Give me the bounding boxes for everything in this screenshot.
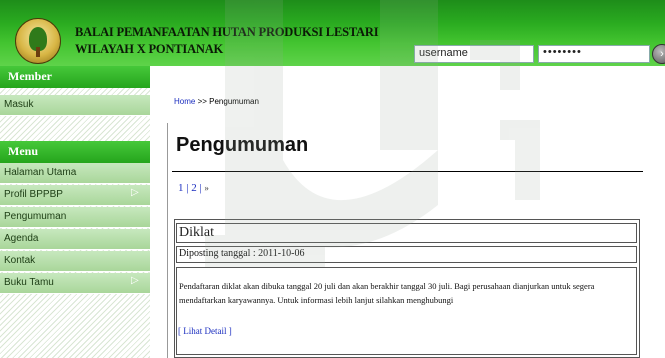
chevron-right-icon: › [660,48,664,60]
title-divider [172,171,643,172]
page-title: Pengumuman [176,134,309,156]
sidebar-item-kontak[interactable]: Kontak [0,251,150,272]
submenu-arrow-icon: ▷ [131,187,139,198]
sidebar-item-masuk[interactable]: Masuk [0,95,150,116]
sidebar-heading-menu: Menu [0,141,150,163]
sidebar-item-label: Masuk [4,99,34,110]
username-input[interactable]: username [414,45,534,63]
site-title-line1: BALAI PEMANFAATAN HUTAN PRODUKSI LESTARI [75,25,379,39]
password-input[interactable]: •••••••• [538,45,650,63]
sidebar-item-label: Profil BPPBP [4,189,63,200]
breadcrumb: Home >> Pengumuman [174,97,259,106]
tree-trunk [36,47,40,57]
detail-link[interactable]: [ Lihat Detail ] [178,326,232,336]
announcement-body: Pendaftaran diklat akan dibuka tanggal 2… [176,267,637,355]
content-border [167,123,168,358]
pagination: 1 | 2 | » [178,182,209,194]
sidebar-item-label: Buku Tamu [4,277,54,288]
sidebar-item-profil-bppbp[interactable]: Profil BPPBP ▷ [0,185,150,206]
submenu-arrow-icon: ▷ [131,275,139,286]
sidebar-item-pengumuman[interactable]: Pengumuman [0,207,150,228]
breadcrumb-home-link[interactable]: Home [174,97,195,106]
sidebar: Member Masuk Menu Halaman Utama Profil B… [0,66,150,358]
sidebar-heading-menu-label: Menu [8,144,38,158]
login-button[interactable]: › [652,44,665,64]
sidebar-heading-member-label: Member [8,69,52,83]
site-header: BALAI PEMANFAATAN HUTAN PRODUKSI LESTARI… [0,0,665,66]
site-title-line2: WILAYAH X PONTIANAK [75,42,224,56]
sidebar-item-label: Kontak [4,255,36,266]
breadcrumb-current: >> Pengumuman [195,97,259,106]
site-logo [15,18,61,64]
sidebar-item-halaman-utama[interactable]: Halaman Utama [0,163,150,184]
sidebar-heading-member: Member [0,66,150,88]
sidebar-item-buku-tamu[interactable]: Buku Tamu ▷ [0,273,150,294]
sidebar-item-label: Pengumuman [4,211,67,222]
site-title: BALAI PEMANFAATAN HUTAN PRODUKSI LESTARI… [75,24,379,58]
page: BALAI PEMANFAATAN HUTAN PRODUKSI LESTARI… [0,0,665,358]
sidebar-item-label: Agenda [4,233,39,244]
next-page-icon[interactable]: » [204,183,209,193]
announcement-title: Diklat [176,223,637,243]
sidebar-item-label: Halaman Utama [4,167,77,178]
sidebar-item-agenda[interactable]: Agenda [0,229,150,250]
announcement-date: Diposting tanggal : 2011-10-06 [176,246,637,263]
